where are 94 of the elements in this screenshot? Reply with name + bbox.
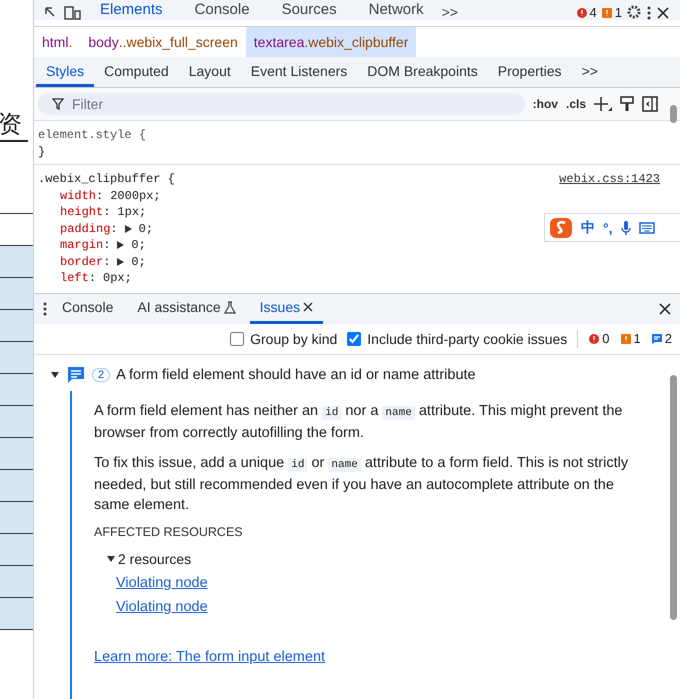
table-row xyxy=(0,566,33,598)
plus-icon[interactable] xyxy=(594,96,612,112)
node-link[interactable]: Violating node xyxy=(116,598,208,614)
table-row xyxy=(0,246,33,278)
caret-icon[interactable] xyxy=(50,370,60,378)
table-row xyxy=(0,310,33,342)
ime-punct-label[interactable]: °, xyxy=(603,220,612,236)
sidebar-tab[interactable]: Properties xyxy=(488,63,572,87)
table-row xyxy=(0,342,33,374)
counter: 1 xyxy=(614,5,622,20)
sidebar-tab[interactable]: Computed xyxy=(94,63,179,87)
checkbox-label[interactable]: Include third-party cookie issues xyxy=(367,330,568,346)
panel-tab[interactable]: Network xyxy=(354,0,438,20)
issue-count: 2 xyxy=(664,331,672,346)
more-icon[interactable] xyxy=(646,4,652,20)
ime-toolbar[interactable]: 中 °, xyxy=(544,213,680,242)
css-property: border: xyxy=(60,254,110,270)
flask-icon xyxy=(224,300,236,314)
issue-count: 1 xyxy=(634,331,641,346)
hover-state-button[interactable]: :hov xyxy=(532,97,558,111)
caret-icon[interactable] xyxy=(106,554,116,562)
scrollbar-thumb[interactable] xyxy=(670,105,677,123)
section-heading: AFFECTED RESOURCES xyxy=(94,524,244,538)
css-value: 0px; xyxy=(103,270,132,286)
filter-input[interactable]: Filter xyxy=(70,95,374,113)
warning-icon xyxy=(620,332,632,344)
css-value: 1px; xyxy=(117,204,146,220)
sidebar-tab[interactable]: DOM Breakpoints xyxy=(357,63,488,87)
count-badge: 2 xyxy=(92,368,110,382)
error-icon xyxy=(588,332,600,344)
table-row xyxy=(0,598,33,630)
code-line: } xyxy=(38,144,46,160)
table-row xyxy=(0,438,33,470)
keyboard-icon[interactable] xyxy=(638,222,654,234)
breadcrumb[interactable]: textarea.webix_clipbuffer xyxy=(246,27,416,57)
microphone-icon[interactable] xyxy=(620,220,630,236)
device-icon[interactable] xyxy=(64,6,82,20)
code-line: element.style { xyxy=(38,127,148,144)
table-row xyxy=(0,502,33,534)
sidebar-icon[interactable] xyxy=(642,96,658,112)
css-value: 0; xyxy=(138,220,154,237)
source-link[interactable]: webix.css:1423 xyxy=(559,171,660,188)
drawer-tab[interactable]: Console xyxy=(52,294,124,324)
settings-icon[interactable] xyxy=(626,4,642,20)
class-button[interactable]: .cls xyxy=(566,97,586,111)
css-property: padding: xyxy=(60,220,118,237)
message-icon xyxy=(66,364,86,384)
issue-description: A form field element has neither an id nor a name attribute. This might prevent the browser from correctly autofilling the form. xyxy=(94,402,624,442)
ime-logo-icon xyxy=(549,216,573,238)
checkbox[interactable] xyxy=(230,332,244,346)
paint-roller-icon[interactable] xyxy=(620,96,634,112)
message-icon xyxy=(650,332,663,344)
learn-more-link[interactable]: Learn more: The form input element xyxy=(94,648,326,664)
ime-mode-label[interactable]: 中 xyxy=(581,218,595,236)
close-icon[interactable] xyxy=(656,6,670,20)
error-icon xyxy=(576,6,588,18)
css-value: 0; xyxy=(131,254,146,270)
table-row xyxy=(0,374,33,406)
sidebar-tab[interactable]: Event Listeners xyxy=(240,63,358,87)
breadcrumb[interactable]: body..webix_full_screen xyxy=(80,27,246,57)
panel-tab[interactable]: Console xyxy=(180,0,264,20)
table-row xyxy=(0,278,33,310)
close-icon[interactable] xyxy=(658,302,672,316)
warning-icon xyxy=(600,6,613,18)
more-tabs-button[interactable]: >> xyxy=(572,63,608,87)
css-property: width: xyxy=(60,188,104,204)
checkbox[interactable] xyxy=(347,332,362,346)
css-property: margin: xyxy=(60,237,110,254)
drawer-tab[interactable]: Issues xyxy=(250,294,324,324)
issue-count: 0 xyxy=(602,331,610,346)
css-property: left: xyxy=(60,270,96,286)
scrollbar-thumb[interactable] xyxy=(670,375,677,620)
more-tabs-button[interactable]: >> xyxy=(442,4,458,20)
checkbox-label[interactable]: Group by kind xyxy=(250,330,338,346)
issue-description: To fix this issue, add a unique id or name attribute to a form field. This is not strictly needed, but still recommended even if you have an autocomplete attribute on the same element. xyxy=(94,454,630,514)
issue-title[interactable]: A form field element should have an id or name attribute xyxy=(116,366,476,382)
table-row xyxy=(0,470,33,502)
more-icon[interactable] xyxy=(42,300,48,316)
close-icon[interactable] xyxy=(303,302,314,312)
table-row xyxy=(0,406,33,438)
node-link[interactable]: Violating node xyxy=(116,574,208,590)
css-value: 2000px; xyxy=(110,188,161,204)
css-value: 0; xyxy=(131,237,146,254)
resources-toggle[interactable]: 2 resources xyxy=(118,550,192,566)
breadcrumb[interactable]: html. xyxy=(34,27,80,57)
counter: 4 xyxy=(590,5,597,20)
drawer-tab[interactable]: AI assistance xyxy=(127,294,246,324)
css-selector: .webix_clipbuffer { xyxy=(38,171,175,188)
table-row xyxy=(0,534,33,566)
css-property: height: xyxy=(60,204,110,220)
sidebar-tab[interactable]: Layout xyxy=(178,63,241,87)
panel-tab[interactable]: Sources xyxy=(268,0,351,20)
filter-field[interactable]: Filter xyxy=(38,93,525,115)
filter-icon xyxy=(52,98,64,110)
